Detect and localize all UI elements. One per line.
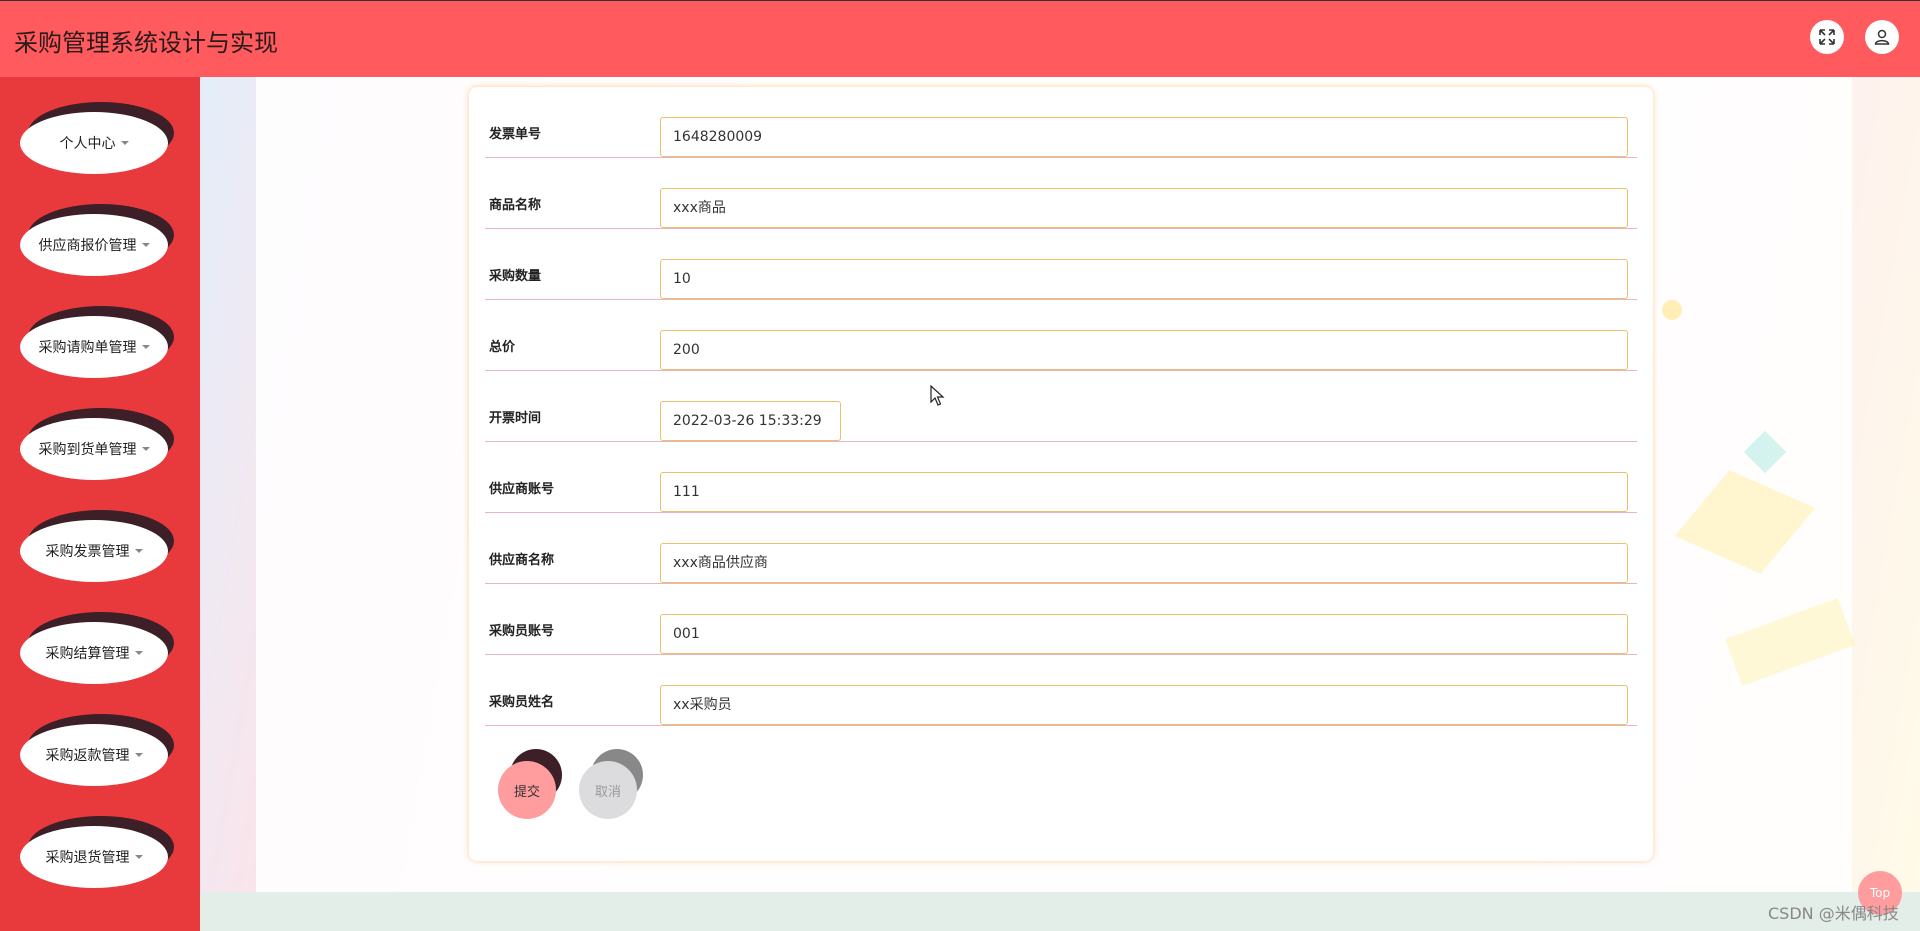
caret-down-icon bbox=[134, 549, 143, 553]
sidebar-item-pill: 采购请购单管理 bbox=[20, 316, 168, 378]
sidebar-item-label: 采购退货管理 bbox=[45, 850, 130, 866]
product-name-input[interactable]: xxx商品 bbox=[660, 188, 1628, 228]
sidebar-item-pill: 采购退货管理 bbox=[20, 826, 168, 888]
sidebar-item-label: 采购请购单管理 bbox=[38, 340, 137, 356]
sidebar-item-purchase-return[interactable]: 采购退货管理 bbox=[18, 816, 174, 888]
cancel-button[interactable]: 取消 bbox=[579, 749, 649, 819]
sidebar-item-purchase-rebate[interactable]: 采购返款管理 bbox=[18, 714, 174, 786]
buyer-name-input[interactable]: xx采购员 bbox=[660, 685, 1628, 725]
supplier-name-input[interactable]: xxx商品供应商 bbox=[660, 543, 1628, 583]
sidebar-item-pill: 个人中心 bbox=[20, 112, 168, 174]
form-row-buyer-name: 采购员姓名 xx采购员 bbox=[485, 655, 1637, 726]
top-header: 采购管理系统设计与实现 bbox=[0, 0, 1920, 77]
caret-down-icon bbox=[134, 651, 143, 655]
field-label: 采购员姓名 bbox=[489, 695, 555, 710]
fullscreen-button[interactable] bbox=[1810, 20, 1844, 54]
app-title: 采购管理系统设计与实现 bbox=[14, 29, 278, 57]
cancel-button-label: 取消 bbox=[579, 761, 637, 819]
decor-shape bbox=[1662, 300, 1682, 320]
sidebar-item-pill: 采购返款管理 bbox=[20, 724, 168, 786]
field-label: 总价 bbox=[489, 340, 516, 355]
mouse-cursor-icon bbox=[930, 385, 945, 406]
quantity-input[interactable]: 10 bbox=[660, 259, 1628, 299]
buyer-account-input[interactable]: 001 bbox=[660, 614, 1628, 654]
sidebar-item-label: 采购结算管理 bbox=[45, 646, 130, 662]
form-row-buyer-account: 采购员账号 001 bbox=[485, 584, 1637, 655]
form-row-quantity: 采购数量 10 bbox=[485, 229, 1637, 300]
sidebar-item-purchase-requisition[interactable]: 采购请购单管理 bbox=[18, 306, 174, 378]
submit-button-label: 提交 bbox=[498, 761, 556, 819]
sidebar-item-label: 供应商报价管理 bbox=[38, 238, 137, 254]
sidebar-item-pill: 供应商报价管理 bbox=[20, 214, 168, 276]
sidebar-item-label: 采购返款管理 bbox=[45, 748, 130, 764]
caret-down-icon bbox=[141, 345, 150, 349]
user-icon bbox=[1874, 29, 1890, 45]
field-label: 发票单号 bbox=[489, 127, 542, 142]
user-button[interactable] bbox=[1865, 20, 1899, 54]
sidebar-item-label: 个人中心 bbox=[59, 136, 116, 152]
form-row-total-price: 总价 200 bbox=[485, 300, 1637, 371]
expand-icon bbox=[1819, 29, 1835, 45]
footer-bar bbox=[200, 892, 1920, 931]
field-label: 商品名称 bbox=[489, 198, 542, 213]
watermark: CSDN @米偶科技 bbox=[1768, 904, 1899, 923]
form-row-supplier-account: 供应商账号 111 bbox=[485, 442, 1637, 513]
sidebar-item-personal-center[interactable]: 个人中心 bbox=[18, 102, 174, 174]
sidebar-item-purchase-arrival[interactable]: 采购到货单管理 bbox=[18, 408, 174, 480]
submit-button[interactable]: 提交 bbox=[498, 749, 568, 819]
sidebar-item-purchase-invoice[interactable]: 采购发票管理 bbox=[18, 510, 174, 582]
field-label: 供应商名称 bbox=[489, 553, 555, 568]
caret-down-icon bbox=[134, 753, 143, 757]
sidebar-item-pill: 采购到货单管理 bbox=[20, 418, 168, 480]
field-label: 供应商账号 bbox=[489, 482, 555, 497]
field-label: 开票时间 bbox=[489, 411, 542, 426]
caret-down-icon bbox=[120, 141, 129, 145]
sidebar-item-purchase-settlement[interactable]: 采购结算管理 bbox=[18, 612, 174, 684]
form-row-product-name: 商品名称 xxx商品 bbox=[485, 158, 1637, 229]
sidebar-item-label: 采购发票管理 bbox=[45, 544, 130, 560]
sidebar-item-pill: 采购发票管理 bbox=[20, 520, 168, 582]
sidebar: 个人中心 供应商报价管理 采购请购单管理 采购到货单管理 采购发票管理 采购结算… bbox=[0, 77, 200, 931]
total-price-input[interactable]: 200 bbox=[660, 330, 1628, 370]
invoice-form: 发票单号 1648280009 商品名称 xxx商品 采购数量 10 总价 20… bbox=[469, 87, 1653, 861]
form-row-invoice-no: 发票单号 1648280009 bbox=[485, 87, 1637, 158]
supplier-account-input[interactable]: 111 bbox=[660, 472, 1628, 512]
caret-down-icon bbox=[141, 447, 150, 451]
invoice-no-input[interactable]: 1648280009 bbox=[660, 117, 1628, 157]
sidebar-item-supplier-quote[interactable]: 供应商报价管理 bbox=[18, 204, 174, 276]
invoice-time-picker[interactable]: 2022-03-26 15:33:29 bbox=[660, 401, 841, 441]
field-label: 采购员账号 bbox=[489, 624, 555, 639]
form-row-invoice-time: 开票时间 2022-03-26 15:33:29 bbox=[485, 371, 1637, 442]
sidebar-item-pill: 采购结算管理 bbox=[20, 622, 168, 684]
caret-down-icon bbox=[134, 855, 143, 859]
field-label: 采购数量 bbox=[489, 269, 542, 284]
form-row-supplier-name: 供应商名称 xxx商品供应商 bbox=[485, 513, 1637, 584]
sidebar-item-label: 采购到货单管理 bbox=[38, 442, 137, 458]
caret-down-icon bbox=[141, 243, 150, 247]
